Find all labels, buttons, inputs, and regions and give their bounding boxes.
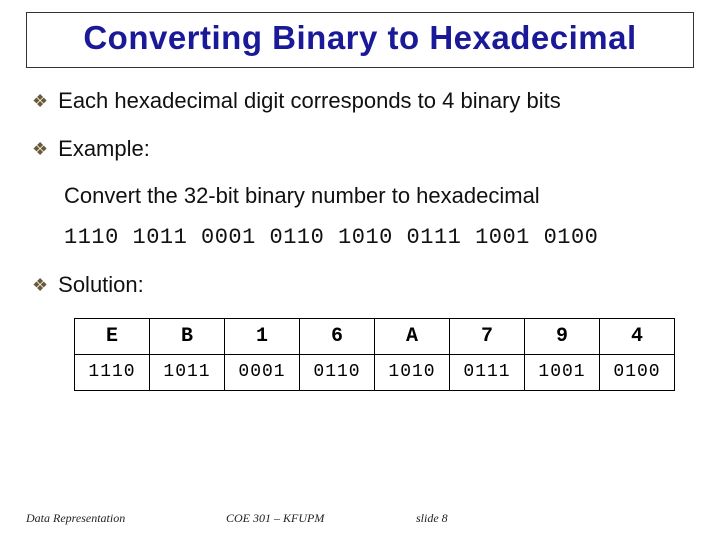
- hex-cell: 6: [300, 318, 375, 354]
- bullet-item: ❖ Example:: [32, 134, 694, 164]
- bullet-text: Each hexadecimal digit corresponds to 4 …: [58, 86, 561, 116]
- slide-footer: Data Representation COE 301 – KFUPM slid…: [26, 511, 694, 526]
- hex-cell: B: [150, 318, 225, 354]
- bullet-item: ❖ Each hexadecimal digit corresponds to …: [32, 86, 694, 116]
- hex-cell: 9: [525, 318, 600, 354]
- footer-center: COE 301 – KFUPM: [226, 511, 416, 526]
- footer-slide-number: slide 8: [416, 511, 536, 526]
- binary-cell: 0001: [225, 354, 300, 390]
- solution-table-wrap: E B 1 6 A 7 9 4 1110 1011 0001 0110 1010…: [74, 318, 694, 391]
- diamond-bullet-icon: ❖: [32, 89, 48, 113]
- footer-left: Data Representation: [26, 511, 226, 526]
- binary-cell: 1010: [375, 354, 450, 390]
- table-row: E B 1 6 A 7 9 4: [75, 318, 675, 354]
- diamond-bullet-icon: ❖: [32, 273, 48, 297]
- bullet-text: Solution:: [58, 270, 144, 300]
- example-intro-text: Convert the 32-bit binary number to hexa…: [64, 181, 694, 211]
- diamond-bullet-icon: ❖: [32, 137, 48, 161]
- table-row: 1110 1011 0001 0110 1010 0111 1001 0100: [75, 354, 675, 390]
- hex-cell: A: [375, 318, 450, 354]
- binary-cell: 1011: [150, 354, 225, 390]
- hex-cell: 4: [600, 318, 675, 354]
- binary-cell: 1001: [525, 354, 600, 390]
- hex-cell: 1: [225, 318, 300, 354]
- content-area: ❖ Each hexadecimal digit corresponds to …: [26, 86, 694, 391]
- binary-cell: 0100: [600, 354, 675, 390]
- binary-cell: 1110: [75, 354, 150, 390]
- hex-cell: E: [75, 318, 150, 354]
- binary-cell: 0110: [300, 354, 375, 390]
- example-binary-string: 1110 1011 0001 0110 1010 0111 1001 0100: [64, 225, 694, 250]
- bullet-item: ❖ Solution:: [32, 270, 694, 300]
- bullet-text: Example:: [58, 134, 150, 164]
- binary-cell: 0111: [450, 354, 525, 390]
- title-box: Converting Binary to Hexadecimal: [26, 12, 694, 68]
- solution-table: E B 1 6 A 7 9 4 1110 1011 0001 0110 1010…: [74, 318, 675, 391]
- hex-cell: 7: [450, 318, 525, 354]
- page-title: Converting Binary to Hexadecimal: [31, 19, 689, 57]
- slide: Converting Binary to Hexadecimal ❖ Each …: [0, 0, 720, 540]
